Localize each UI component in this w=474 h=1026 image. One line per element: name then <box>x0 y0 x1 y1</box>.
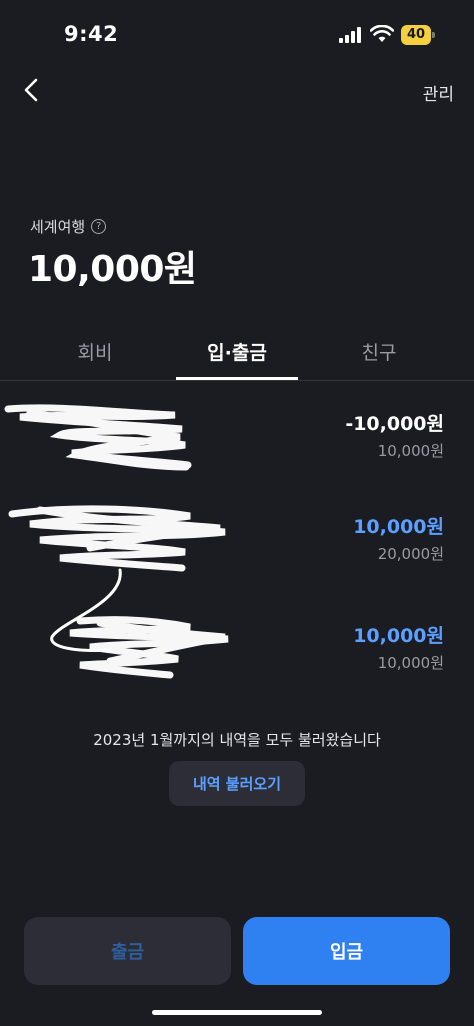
transaction-amount: 10,000원 <box>353 625 444 647</box>
battery-icon: 40 <box>401 25 435 45</box>
tab-bar: 회비 입·출금 친구 <box>0 330 474 380</box>
transaction-row[interactable]: 10,000원 20,000원 <box>0 505 474 652</box>
wifi-icon <box>370 25 394 42</box>
withdraw-button[interactable]: 출금 <box>24 917 231 985</box>
history-notice: 2023년 1월까지의 내역을 모두 불러왔습니다 <box>93 731 381 749</box>
tab-transactions[interactable]: 입·출금 <box>176 338 298 365</box>
transaction-balance: 10,000원 <box>377 442 444 460</box>
tab-dues[interactable]: 회비 <box>34 338 156 365</box>
transaction-balance: 10,000원 <box>377 654 444 672</box>
battery-level: 40 <box>401 25 431 45</box>
divider <box>0 380 474 381</box>
redaction-scribble <box>4 404 192 471</box>
redaction-scribble <box>69 616 229 679</box>
transaction-balance: 20,000원 <box>377 545 444 563</box>
deposit-button[interactable]: 입금 <box>243 917 450 985</box>
home-indicator <box>152 1010 322 1015</box>
chevron-left-icon[interactable] <box>18 76 46 104</box>
load-history-button[interactable]: 내역 불러오기 <box>169 761 305 806</box>
status-time: 9:42 <box>64 22 119 46</box>
tab-friends[interactable]: 친구 <box>318 338 440 365</box>
manage-button[interactable]: 관리 <box>423 80 454 105</box>
account-balance: 10,000원 <box>28 249 197 290</box>
help-icon[interactable]: ? <box>91 219 107 234</box>
status-bar: 9:42 40 <box>0 0 474 70</box>
transaction-row[interactable]: 10,000원 10,000원 <box>0 616 474 721</box>
account-name: 세계여행 <box>30 218 86 236</box>
transaction-amount: -10,000원 <box>345 413 444 435</box>
transaction-amount: 10,000원 <box>353 516 444 538</box>
signal-icon <box>339 27 361 43</box>
transaction-row[interactable]: -10,000원 10,000원 <box>0 404 474 509</box>
account-name-row: 세계여행 ? <box>30 216 107 237</box>
